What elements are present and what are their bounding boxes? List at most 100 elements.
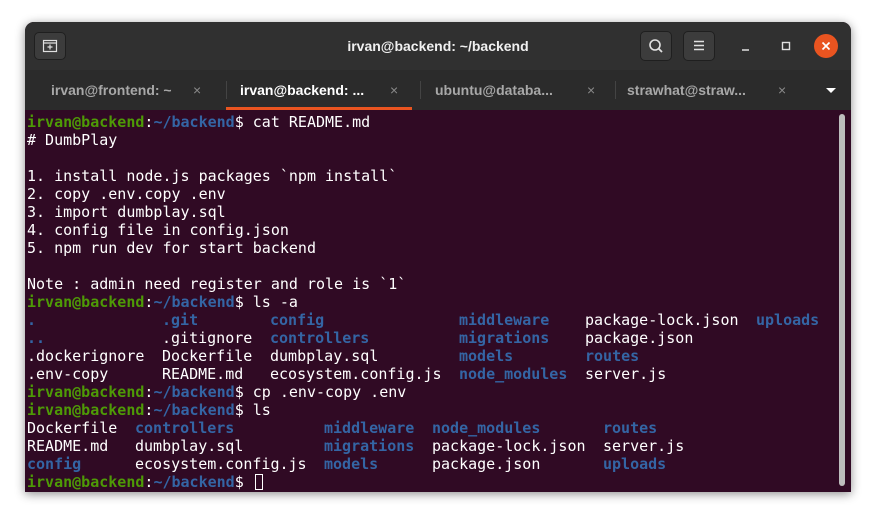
listing-entry: package-lock.json (585, 311, 739, 329)
listing-entry: .dockerignore (27, 347, 145, 365)
prompt-symbol: $ (234, 293, 253, 311)
command-text: ls (252, 401, 271, 419)
listing-entry: ecosystem.config.js (135, 455, 307, 473)
search-icon (649, 39, 663, 53)
output-line: Note : admin need register and role is `… (27, 275, 407, 293)
listing-entry: .gitignore (162, 329, 253, 347)
tab-label: strawhat@straw... (627, 82, 746, 98)
listing-entry: routes (585, 347, 640, 365)
prompt-symbol: $ (234, 473, 253, 491)
listing-entry: package-lock.json (432, 437, 586, 455)
listing-entry: .git (162, 311, 199, 329)
tab-label: irvan@backend: ... (240, 82, 365, 98)
terminal-output[interactable]: irvan@backend:~/backend$ cat README.md #… (25, 110, 851, 492)
output-line: 4. config file in config.json (27, 221, 289, 239)
prompt-path: ~/backend (153, 113, 235, 131)
prompt-line: irvan@backend:~/backend$ cp .env-copy .e… (27, 383, 406, 401)
listing-row: config ecosystem.config.js models packag… (27, 455, 666, 473)
tab-backend[interactable]: irvan@backend: ... × (226, 70, 426, 110)
chevron-down-icon (826, 88, 836, 93)
prompt-symbol: $ (234, 401, 253, 419)
listing-entry: middleware (324, 419, 415, 437)
listing-entry: server.js (585, 365, 667, 383)
minimize-button[interactable] (734, 34, 758, 58)
menu-button[interactable] (683, 31, 715, 61)
listing-entry: middleware (459, 311, 550, 329)
listing-entry: node_modules (459, 365, 568, 383)
listing-entry: dumbplay.sql (135, 437, 244, 455)
prompt-symbol: $ (234, 113, 253, 131)
listing-entry: README.md (27, 437, 109, 455)
listing-row: .dockerignore Dockerfile dumbplay.sql mo… (27, 347, 639, 365)
hamburger-menu-icon (694, 40, 704, 51)
prompt-path: ~/backend (153, 293, 235, 311)
listing-entry: controllers (270, 329, 370, 347)
prompt-user: irvan@backend (27, 293, 145, 311)
prompt-user: irvan@backend (27, 113, 145, 131)
tab-label: irvan@frontend: ~ (51, 82, 172, 98)
search-button[interactable] (640, 31, 672, 61)
listing-row: . .git config middleware package-lock.js… (27, 311, 819, 329)
tab-strawhat[interactable]: strawhat@straw... × (627, 70, 813, 110)
listing-row: .env-copy README.md ecosystem.config.js … (27, 365, 666, 383)
close-icon (821, 41, 831, 51)
window-title: irvan@backend: ~/backend (347, 38, 529, 54)
prompt-path: ~/backend (153, 401, 235, 419)
tab-frontend[interactable]: irvan@frontend: ~ × (51, 70, 235, 110)
tab-label: ubuntu@databa... (435, 82, 553, 98)
terminal-window: irvan@backend: ~/backend irvan@frontend:… (25, 22, 851, 492)
tab-close-icon[interactable]: × (587, 70, 595, 110)
listing-entry: .env-copy (27, 365, 109, 383)
listing-entry: Dockerfile (162, 347, 253, 365)
prompt-symbol: $ (234, 383, 253, 401)
listing-entry: uploads (603, 455, 667, 473)
tab-divider (615, 81, 616, 99)
listing-entry: models (324, 455, 379, 473)
listing-entry: ecosystem.config.js (270, 365, 442, 383)
output-line: 3. import dumbplay.sql (27, 203, 226, 221)
listing-entry: config (27, 455, 82, 473)
tab-close-icon[interactable]: × (390, 70, 398, 110)
listing-entry: dumbplay.sql (270, 347, 379, 365)
tab-list-dropdown[interactable] (824, 70, 838, 110)
tab-database[interactable]: ubuntu@databa... × (435, 70, 621, 110)
new-tab-button[interactable] (34, 32, 66, 60)
close-window-button[interactable] (814, 34, 838, 58)
listing-row: .. .gitignore controllers migrations pac… (27, 329, 693, 347)
maximize-button[interactable] (774, 34, 798, 58)
new-tab-icon (42, 39, 58, 53)
title-bar[interactable]: irvan@backend: ~/backend (25, 22, 851, 70)
listing-entry: controllers (135, 419, 235, 437)
listing-entry: package.json (432, 455, 541, 473)
prompt-user: irvan@backend (27, 401, 145, 419)
listing-entry: routes (603, 419, 658, 437)
output-line: 2. copy .env.copy .env (27, 185, 226, 203)
tab-divider (420, 81, 421, 99)
text-cursor (254, 474, 263, 490)
listing-entry: migrations (324, 437, 415, 455)
command-text: cp .env-copy .env (252, 383, 407, 401)
scrollbar[interactable] (839, 114, 845, 486)
listing-entry: node_modules (432, 419, 541, 437)
listing-entry: README.md (162, 365, 244, 383)
listing-entry: .. (27, 329, 46, 347)
listing-entry: package.json (585, 329, 694, 347)
listing-entry: migrations (459, 329, 550, 347)
listing-entry: . (27, 311, 37, 329)
minimize-icon (742, 49, 749, 51)
output-line: 1. install node.js packages `npm install… (27, 167, 398, 185)
prompt-line: irvan@backend:~/backend$ (27, 473, 406, 491)
tab-close-icon[interactable]: × (193, 70, 201, 110)
command-text: cat README.md (252, 113, 371, 131)
output-line: 5. npm run dev for start backend (27, 239, 316, 257)
listing-row: README.md dumbplay.sql migrations packag… (27, 437, 684, 455)
prompt-user: irvan@backend (27, 473, 145, 491)
listing-entry: Dockerfile (27, 419, 118, 437)
maximize-icon (781, 41, 791, 51)
listing-entry: config (270, 311, 325, 329)
command-text: ls -a (252, 293, 298, 311)
tab-close-icon[interactable]: × (778, 70, 786, 110)
prompt-path: ~/backend (153, 473, 235, 491)
